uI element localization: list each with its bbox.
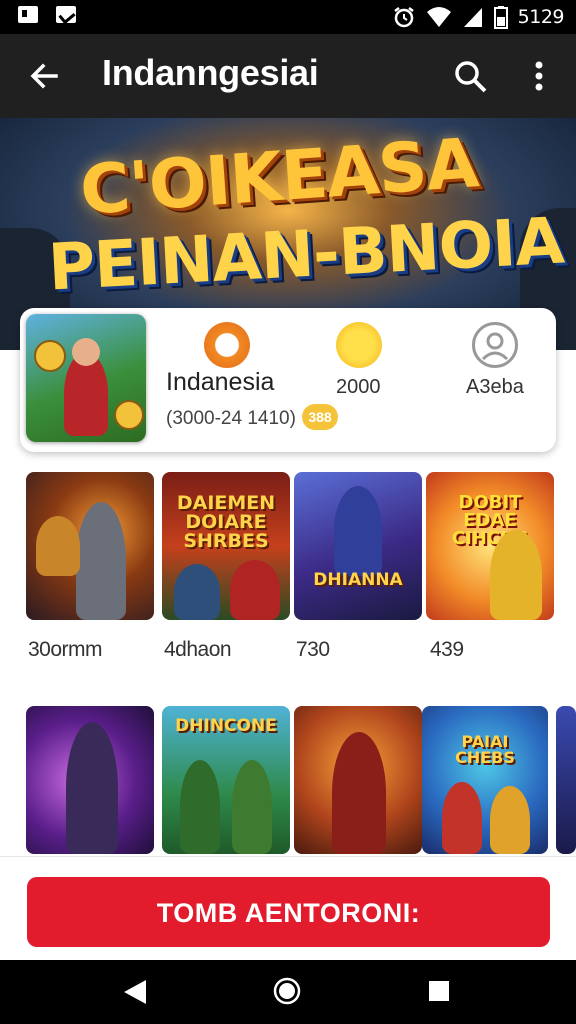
notification-icon (18, 6, 38, 23)
featured-game-name: Indanesia (166, 368, 275, 396)
system-nav-bar (0, 960, 576, 1024)
hero-head (72, 338, 100, 366)
more-options-icon[interactable] (525, 56, 553, 96)
user-icon (472, 322, 518, 368)
game-tile[interactable]: PAIAI CHEBS (422, 706, 548, 854)
featured-game-subtitle: (3000-24 1410) (166, 408, 296, 429)
game-label: 439 (430, 638, 464, 661)
game-character (490, 530, 542, 620)
game-tile[interactable]: DHINCONE (162, 706, 290, 854)
page-title: Indanngesiai (102, 52, 319, 93)
back-arrow-icon[interactable] (24, 56, 64, 96)
game-character (76, 502, 126, 620)
game-character (332, 732, 386, 854)
game-character (230, 560, 280, 620)
game-creature (36, 516, 80, 576)
coin-icon (114, 400, 144, 430)
game-character (174, 564, 220, 620)
nav-recents-icon[interactable] (427, 979, 451, 1003)
gold-coin-icon (336, 322, 382, 368)
game-tile[interactable] (26, 706, 154, 854)
game-character (180, 760, 220, 854)
game-label: 30ormm (28, 638, 103, 661)
game-caption: PAIAI CHEBS (455, 732, 515, 767)
coin-logo-icon (204, 322, 250, 368)
game-character (66, 722, 118, 854)
featured-badge: 388 (302, 404, 338, 430)
game-character (490, 786, 530, 854)
download-notification-icon (56, 6, 76, 23)
game-caption: DHIANNA (313, 570, 403, 590)
nav-home-icon[interactable] (272, 976, 302, 1006)
stat-coins-value: 2000 (336, 376, 381, 398)
game-tile[interactable]: DHIANNA (294, 472, 422, 620)
stat-user-value: A3eba (466, 376, 524, 398)
battery-icon (493, 6, 508, 29)
nav-back-icon[interactable] (122, 978, 148, 1006)
user-glyph-icon (481, 332, 509, 361)
search-icon[interactable] (450, 56, 490, 96)
game-label: 4dhaon (164, 638, 232, 661)
game-tile-partial[interactable] (556, 706, 576, 854)
game-caption: DHINCONE (175, 716, 277, 736)
game-character (334, 486, 382, 576)
game-caption: DAIEMEN DOIARE SHRBES (176, 492, 276, 552)
featured-game-thumbnail[interactable] (26, 314, 146, 442)
game-character (232, 760, 272, 854)
app-bar: Indanngesiai (0, 34, 576, 118)
bottom-action-bar: TOMB AENTORONI: (0, 856, 576, 961)
game-tile[interactable]: DAIEMEN DOIARE SHRBES (162, 472, 290, 620)
status-bar: 5129 (0, 0, 576, 34)
clock: 5129 (517, 6, 565, 28)
game-tile[interactable]: DOBIT EDAE CIHCHS (426, 472, 554, 620)
game-tile[interactable] (294, 706, 422, 854)
featured-game-card[interactable]: 2000 A3eba Indanesia (3000-24 1410) 388 (20, 308, 556, 452)
game-label: 730 (296, 638, 330, 661)
game-tile[interactable] (26, 472, 154, 620)
signal-icon (463, 8, 482, 27)
wifi-icon (426, 7, 451, 27)
coin-icon (34, 340, 66, 372)
primary-action-button[interactable]: TOMB AENTORONI: (27, 877, 550, 947)
alarm-icon (393, 7, 414, 28)
game-character (442, 782, 482, 854)
